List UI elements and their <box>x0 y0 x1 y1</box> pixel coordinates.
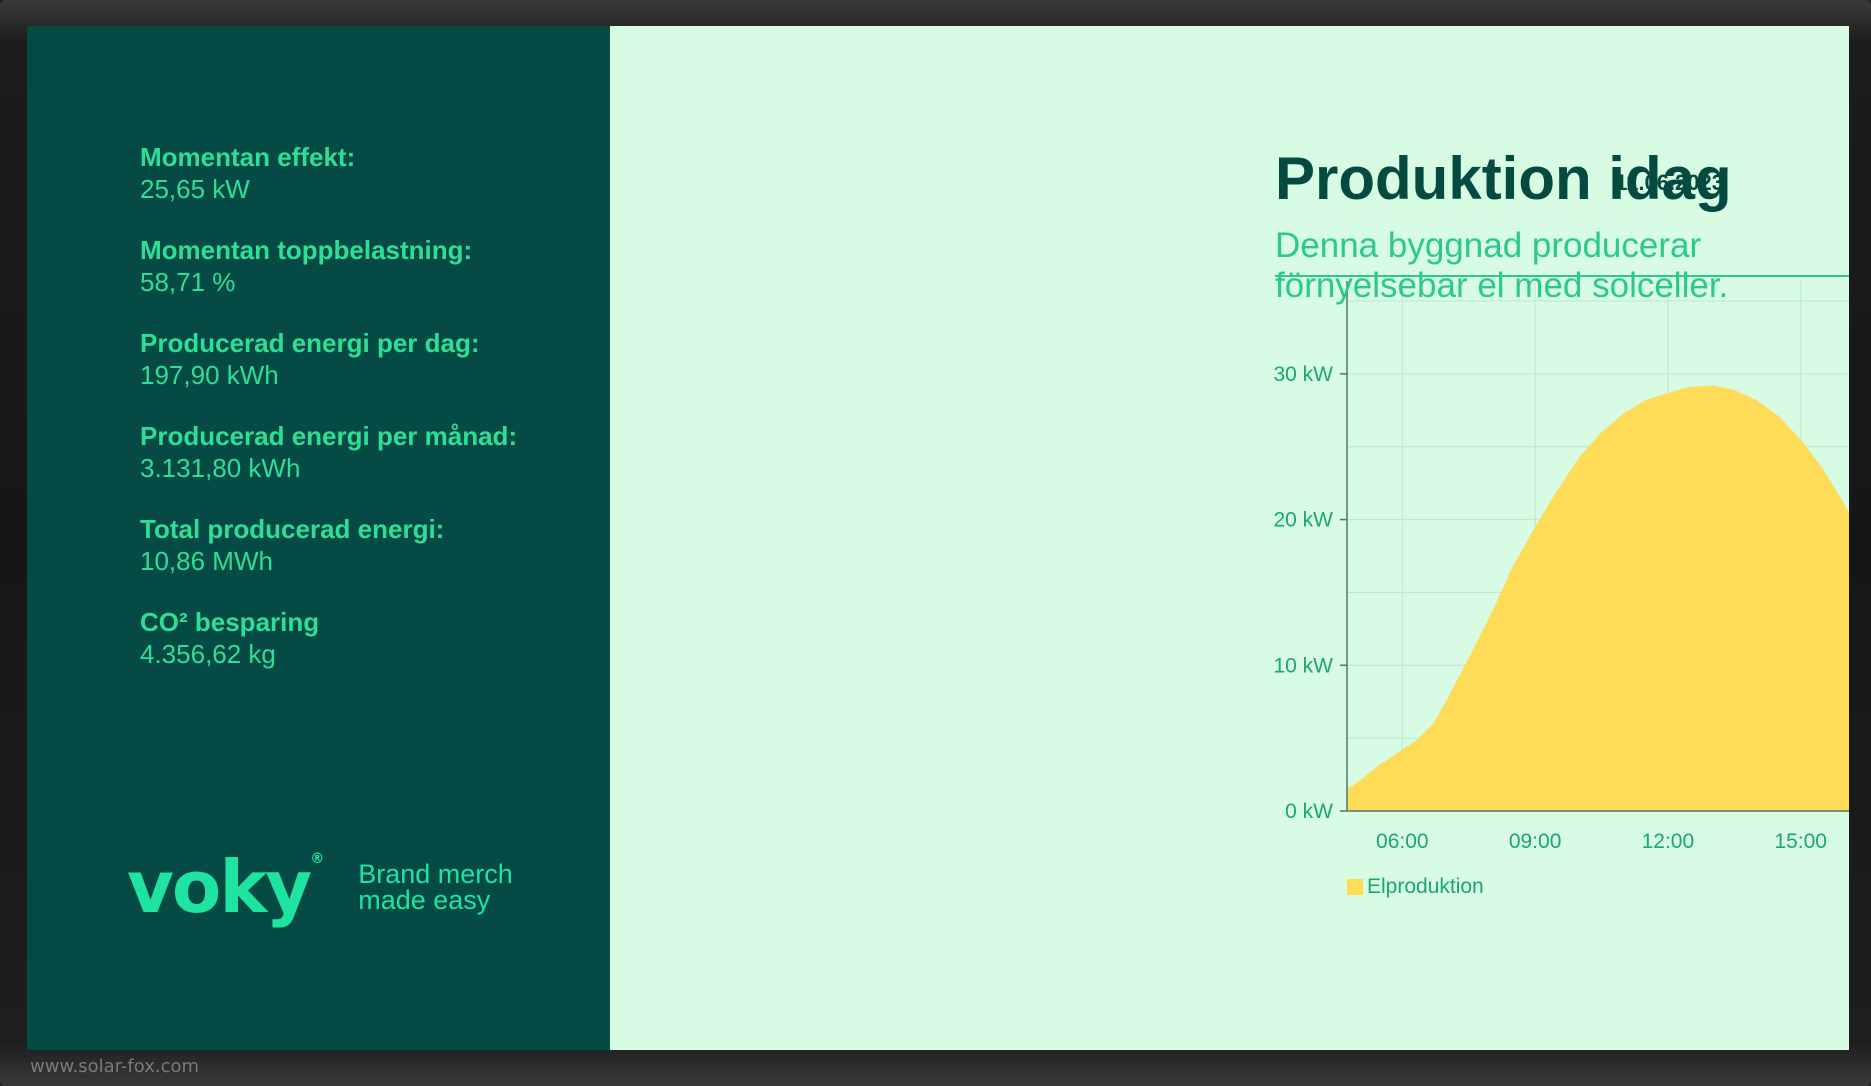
y-tick-label: 20 kW <box>1273 509 1333 532</box>
stat-value: 3.131,80 kWh <box>140 453 301 483</box>
watermark: www.solar-fox.com <box>30 1056 200 1077</box>
area-series-elproduktion <box>1347 385 1849 811</box>
tagline-line: Brand merch <box>358 859 513 889</box>
x-tick-label: 12:00 <box>1642 830 1695 853</box>
stat-label: Total producerad energi: <box>140 514 445 544</box>
logo-wordmark: voky® <box>127 851 324 923</box>
y-tick-label: 30 kW <box>1273 363 1333 386</box>
production-panel: 0 kW 10 kW 20 kW 30 kW 06:00 09:00 12:00 15:00 1… <box>610 26 1849 1050</box>
stat-label: Momentan toppbelastning: <box>140 235 473 265</box>
y-tick-label: 0 kW <box>1285 800 1333 823</box>
stat-label: Producerad energi per dag: <box>140 328 480 358</box>
brand-logo: voky® Brand merch made easy <box>127 851 513 923</box>
stat-value: 197,90 kWh <box>140 360 279 390</box>
x-tick-label: 09:00 <box>1509 830 1562 853</box>
stats-panel: Momentan effekt: 25,65 kW Momentan toppb… <box>27 26 610 1050</box>
x-tick-label: 15:00 <box>1774 830 1827 853</box>
stat-item: Momentan effekt: 25,65 kW <box>140 141 517 205</box>
stats-list: Momentan effekt: 25,65 kW Momentan toppb… <box>140 141 517 699</box>
x-tick-label: 06:00 <box>1376 830 1429 853</box>
stat-item: Producerad energi per månad: 3.131,80 kW… <box>140 420 517 484</box>
y-tick-label: 10 kW <box>1273 654 1333 677</box>
stat-label: Momentan effekt: <box>140 142 356 172</box>
stat-item: Producerad energi per dag: 197,90 kWh <box>140 327 517 391</box>
page-subtitle: Denna byggnad producerar förnyelsebar el… <box>1275 226 1729 305</box>
divider <box>1275 275 1849 277</box>
stat-value: 4.356,62 kg <box>140 639 276 669</box>
logo-text: voky <box>127 845 312 929</box>
chart-legend: Elproduktion <box>1347 875 1484 899</box>
stat-item: Total producerad energi: 10,86 MWh <box>140 513 517 577</box>
tagline-line: made easy <box>358 885 491 915</box>
brand-tagline: Brand merch made easy <box>358 859 513 915</box>
stat-value: 10,86 MWh <box>140 546 273 576</box>
stat-label: Producerad energi per månad: <box>140 421 518 451</box>
stat-value: 58,71 % <box>140 267 236 297</box>
stat-label: CO² besparing <box>140 607 320 637</box>
screen: Momentan effekt: 25,65 kW Momentan toppb… <box>27 26 1849 1050</box>
legend-swatch <box>1347 879 1363 895</box>
stat-value: 25,65 kW <box>140 174 250 204</box>
stat-item: Momentan toppbelastning: 58,71 % <box>140 234 517 298</box>
date-label: 11.06.2023 <box>1615 170 1724 195</box>
stat-item: CO² besparing 4.356,62 kg <box>140 606 517 670</box>
legend-label: Elproduktion <box>1367 875 1484 898</box>
registered-mark: ® <box>310 851 324 867</box>
